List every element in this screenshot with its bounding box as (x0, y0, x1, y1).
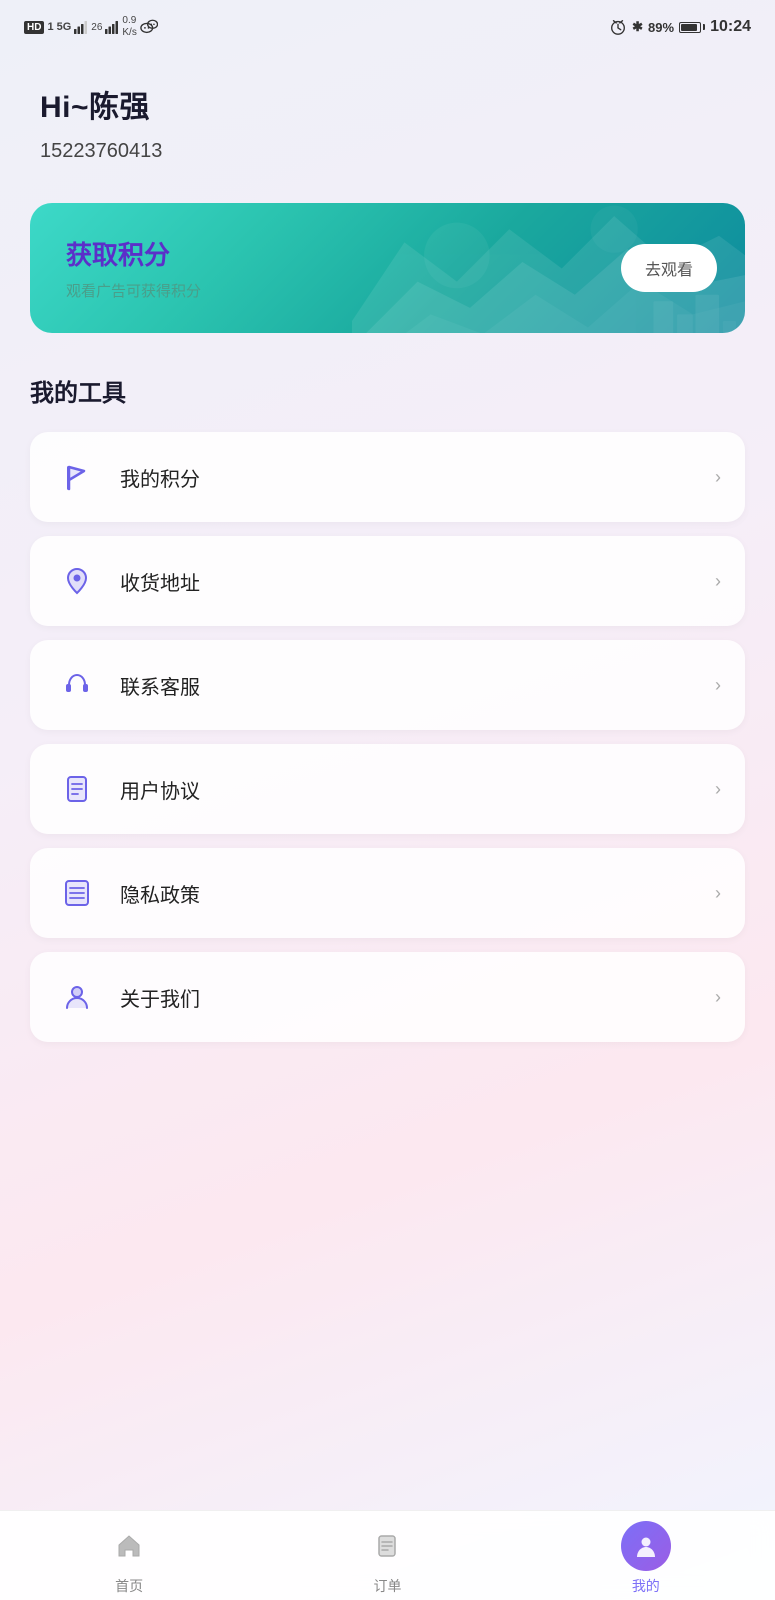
nav-item-home[interactable]: 首页 (0, 1521, 258, 1596)
nav-icon-mine (621, 1521, 671, 1571)
nav-item-mine[interactable]: 我的 (517, 1521, 775, 1596)
wechat-icon (140, 18, 158, 36)
menu-list: 我的积分 › 收货地址 › 联系客服 › 用户协议 › 隐私政策 › 关于我们 … (30, 432, 745, 1042)
menu-item-points[interactable]: 我的积分 › (30, 432, 745, 522)
document-icon (54, 766, 100, 812)
chevron-right-icon: › (715, 987, 721, 1008)
points-banner[interactable]: 获取积分 观看广告可获得积分 去观看 (30, 203, 745, 333)
menu-item-left-agreement: 用户协议 (54, 766, 200, 812)
menu-label-points: 我的积分 (120, 463, 200, 492)
menu-item-left-service: 联系客服 (54, 662, 200, 708)
banner-watch-button[interactable]: 去观看 (621, 244, 717, 292)
status-left: HD 1 5G 26 0.9K/s (24, 15, 158, 39)
menu-item-address[interactable]: 收货地址 › (30, 536, 745, 626)
sim-indicator: 1 (47, 21, 53, 33)
signal-bars-1 (74, 21, 88, 34)
nav-label-orders: 订单 (373, 1576, 401, 1596)
menu-label-about: 关于我们 (120, 983, 200, 1012)
menu-item-left-privacy: 隐私政策 (54, 870, 200, 916)
data-speed: 0.9K/s (122, 15, 136, 39)
nav-icon-home (104, 1521, 154, 1571)
bluetooth-icon: ✱ (632, 19, 643, 35)
time-display: 10:24 (710, 18, 751, 36)
signal-bars-2 (105, 21, 119, 34)
nav-icon-orders (362, 1521, 412, 1571)
menu-item-agreement[interactable]: 用户协议 › (30, 744, 745, 834)
hd-badge: HD (24, 21, 44, 34)
menu-item-left-about: 关于我们 (54, 974, 200, 1020)
tools-title: 我的工具 (30, 373, 745, 408)
battery-indicator (679, 22, 705, 33)
profile-section: Hi~陈强 15223760413 (0, 52, 775, 183)
bottom-nav: 首页 订单 我的 (0, 1510, 775, 1600)
chevron-right-icon: › (715, 467, 721, 488)
menu-item-privacy[interactable]: 隐私政策 › (30, 848, 745, 938)
status-bar: HD 1 5G 26 0.9K/s ✱ 89% 10:24 (0, 0, 775, 52)
menu-label-service: 联系客服 (120, 671, 200, 700)
banner-subtitle: 观看广告可获得积分 (66, 280, 201, 301)
menu-label-agreement: 用户协议 (120, 775, 200, 804)
menu-item-left-points: 我的积分 (54, 454, 200, 500)
menu-label-privacy: 隐私政策 (120, 879, 200, 908)
alarm-icon (609, 18, 627, 36)
signal-5g: 5G (57, 21, 72, 33)
battery-percent: 89% (648, 20, 674, 35)
phone-number: 15223760413 (40, 140, 735, 163)
location-icon (54, 558, 100, 604)
menu-item-service[interactable]: 联系客服 › (30, 640, 745, 730)
greeting-text: Hi~陈强 (40, 82, 735, 126)
sim2-indicator: 26 (91, 22, 102, 33)
menu-item-left-address: 收货地址 (54, 558, 200, 604)
list-icon (54, 870, 100, 916)
chevron-right-icon: › (715, 779, 721, 800)
banner-content: 获取积分 观看广告可获得积分 (66, 235, 201, 301)
banner-section: 获取积分 观看广告可获得积分 去观看 (0, 183, 775, 363)
chevron-right-icon: › (715, 675, 721, 696)
chevron-right-icon: › (715, 571, 721, 592)
nav-item-orders[interactable]: 订单 (258, 1521, 516, 1596)
menu-label-address: 收货地址 (120, 567, 200, 596)
chevron-right-icon: › (715, 883, 721, 904)
menu-item-about[interactable]: 关于我们 › (30, 952, 745, 1042)
flag-icon (54, 454, 100, 500)
banner-title: 获取积分 (66, 235, 201, 272)
person-icon (54, 974, 100, 1020)
status-right: ✱ 89% 10:24 (609, 18, 751, 36)
tools-section: 我的工具 我的积分 › 收货地址 › 联系客服 › 用户协议 › 隐私政策 › (0, 363, 775, 1142)
nav-label-mine: 我的 (632, 1576, 660, 1596)
nav-label-home: 首页 (115, 1576, 143, 1596)
headset-icon (54, 662, 100, 708)
